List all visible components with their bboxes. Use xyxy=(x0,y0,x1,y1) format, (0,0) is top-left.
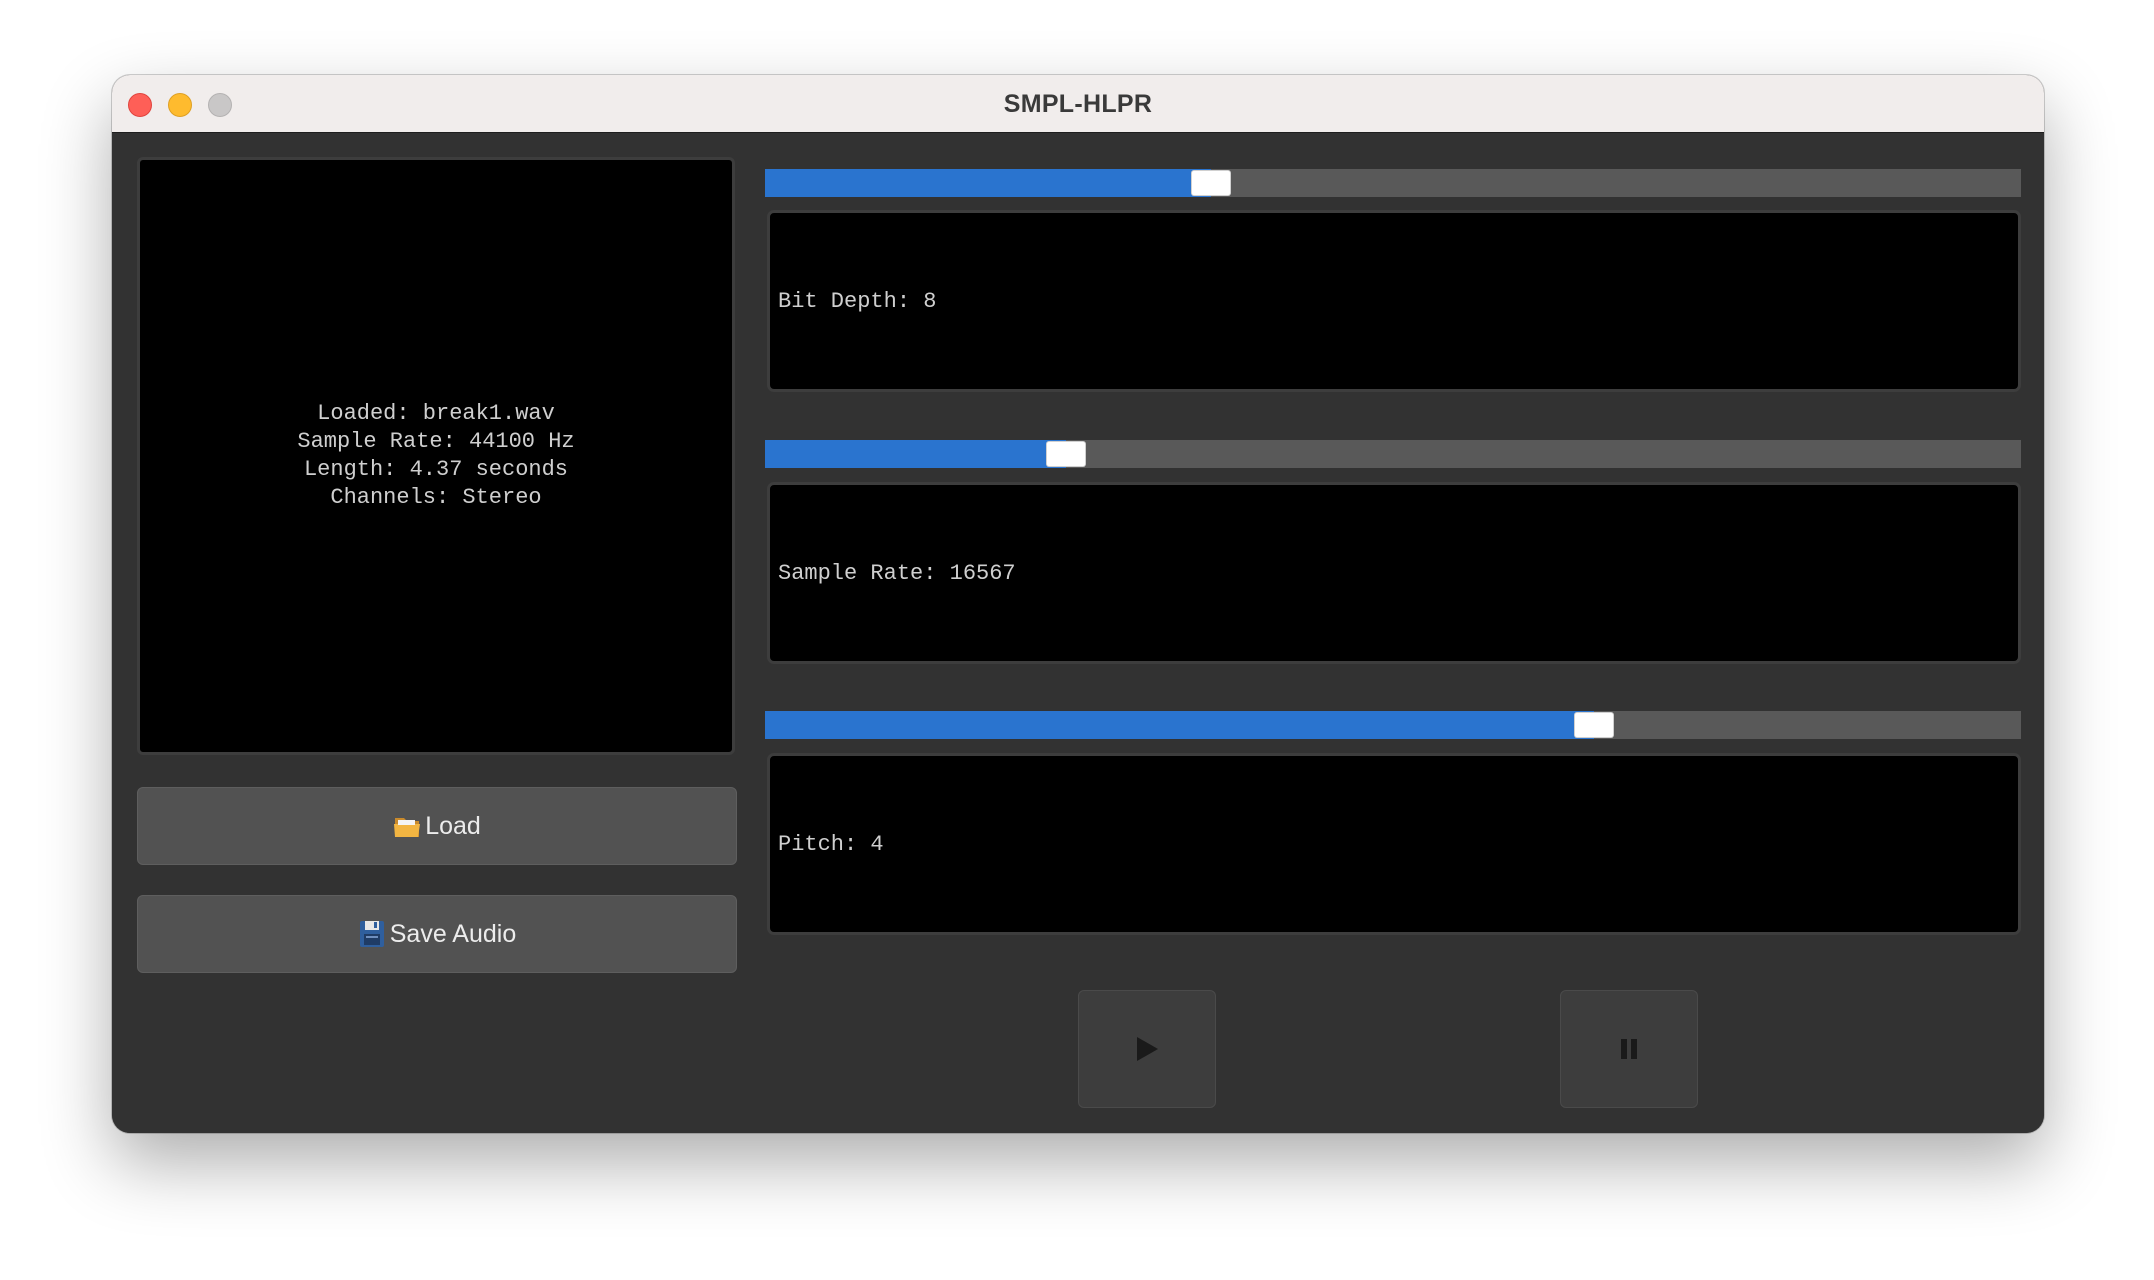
bit-depth-slider-fill xyxy=(765,169,1211,197)
app-window: SMPL-HLPR Loaded: break1.wav Sample Rate… xyxy=(112,75,2044,1133)
main-content: Loaded: break1.wav Sample Rate: 44100 Hz… xyxy=(112,133,2044,1133)
bit-depth-display: Bit Depth: 8 xyxy=(767,210,2021,392)
pitch-slider-handle[interactable] xyxy=(1574,713,1613,737)
bit-depth-slider-handle[interactable] xyxy=(1191,171,1230,195)
pause-icon xyxy=(1621,1039,1637,1059)
play-icon xyxy=(1137,1037,1158,1061)
sample-rate-slider-handle[interactable] xyxy=(1047,442,1086,466)
file-info-loaded: Loaded: break1.wav xyxy=(317,401,555,426)
window-title: SMPL-HLPR xyxy=(1003,90,1153,118)
file-info-text: Loaded: break1.wav Sample Rate: 44100 Hz… xyxy=(297,400,574,512)
title-bar: SMPL-HLPR xyxy=(112,75,2044,133)
load-button-label: Load xyxy=(425,811,481,840)
sample-rate-slider[interactable] xyxy=(765,440,2021,468)
save-audio-button-label: Save Audio xyxy=(389,919,517,948)
floppy-disk-icon xyxy=(358,919,386,949)
file-info-channels: Channels: Stereo xyxy=(330,485,542,510)
play-button[interactable] xyxy=(1078,990,1216,1108)
folder-icon xyxy=(393,811,421,841)
pause-button[interactable] xyxy=(1560,990,1698,1108)
bit-depth-slider[interactable] xyxy=(765,169,2021,197)
file-info-length: Length: 4.37 seconds xyxy=(303,457,569,482)
pitch-slider-fill xyxy=(765,711,1594,739)
sample-rate-label: Sample Rate: 16567 xyxy=(778,560,1016,586)
sample-rate-display: Sample Rate: 16567 xyxy=(767,482,2021,664)
save-audio-button[interactable]: Save Audio xyxy=(137,895,737,973)
sample-rate-slider-fill xyxy=(765,440,1067,468)
load-button[interactable]: Load xyxy=(137,787,737,865)
file-info-sample-rate: Sample Rate: 44100 Hz xyxy=(297,429,575,454)
file-info-panel: Loaded: break1.wav Sample Rate: 44100 Hz… xyxy=(137,157,735,755)
pitch-display: Pitch: 4 xyxy=(767,753,2021,935)
bit-depth-label: Bit Depth: 8 xyxy=(778,288,937,314)
pitch-label: Pitch: 4 xyxy=(778,831,884,857)
pitch-slider[interactable] xyxy=(765,711,2021,739)
